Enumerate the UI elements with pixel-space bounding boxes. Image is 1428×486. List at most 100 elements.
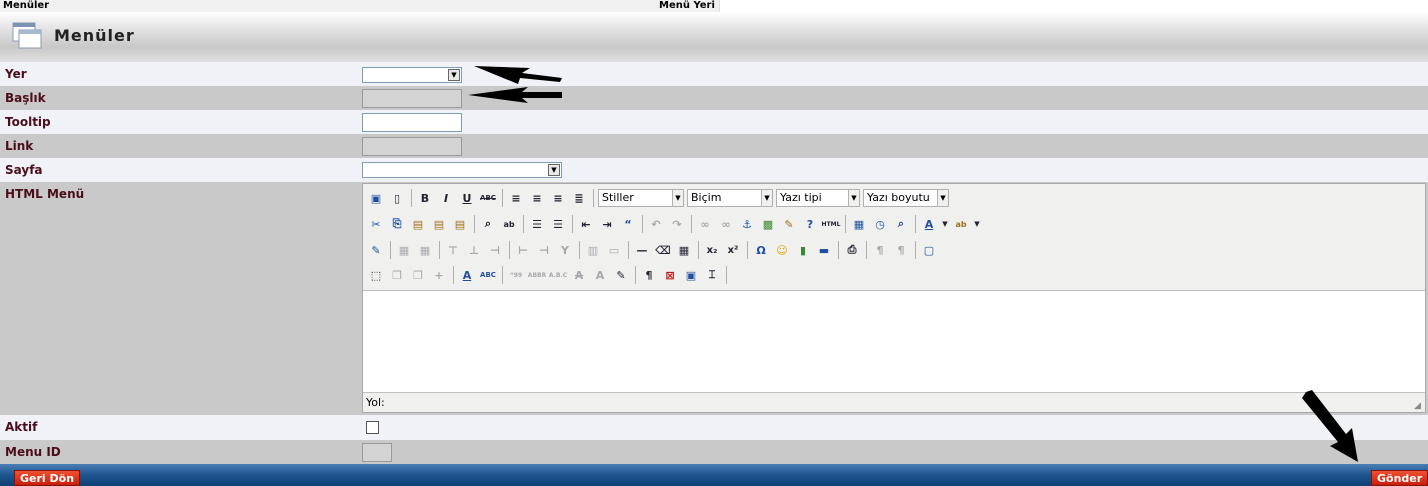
link-icon[interactable]: ∞ [696, 215, 714, 233]
breadcrumb-bar: Menüler Menü Yeri [0, 0, 1428, 12]
edit-css-icon[interactable]: ✎ [367, 241, 385, 259]
baslik-label: Başlık [5, 91, 46, 105]
align-justify-icon[interactable]: ≣ [570, 189, 588, 207]
image-icon[interactable]: ▩ [759, 215, 777, 233]
cut-icon[interactable]: ✂ [367, 215, 385, 233]
del-icon[interactable]: A [570, 266, 588, 284]
col-before-icon[interactable]: ⊢ [514, 241, 532, 259]
paste-text-icon[interactable]: ▤ [430, 215, 448, 233]
table-props-icon[interactable]: ▦ [395, 241, 413, 259]
spellcheck-icon[interactable]: ABC [479, 266, 497, 284]
unlink-icon[interactable]: ∞ [717, 215, 735, 233]
media-icon[interactable]: ▮ [794, 241, 812, 259]
font-size-select[interactable]: Yazı boyutu ▼ [863, 189, 949, 207]
superscript-icon[interactable]: x² [724, 241, 742, 259]
emotion-icon[interactable]: ☺ [773, 241, 791, 259]
visual-chars-icon[interactable]: ¶ [640, 266, 658, 284]
ins-icon[interactable]: A [591, 266, 609, 284]
copy-icon[interactable]: ⎘ [388, 215, 406, 233]
page-break-icon[interactable]: ⌶ [703, 266, 721, 284]
italic-icon[interactable]: I [437, 189, 455, 207]
paste-icon[interactable]: ▤ [409, 215, 427, 233]
highlight-color-icon[interactable]: ab [952, 215, 970, 233]
insert-layer-icon[interactable]: ⬚ [367, 266, 385, 284]
absolute-icon[interactable]: + [430, 266, 448, 284]
styles-select[interactable]: Stiller ▼ [598, 189, 684, 207]
yer-label: Yer [5, 67, 27, 81]
undo-icon[interactable]: ↶ [647, 215, 665, 233]
remove-format-icon[interactable]: ⌫ [654, 241, 672, 259]
delete-row-icon[interactable]: ⊣ [486, 241, 504, 259]
link-input[interactable] [362, 137, 462, 156]
special-char-icon[interactable]: Ω [752, 241, 770, 259]
fullscreen-icon[interactable]: ▢ [920, 241, 938, 259]
save-icon[interactable]: ▣ [367, 189, 385, 207]
find-icon[interactable]: ⌕ [479, 215, 497, 233]
outdent-icon[interactable]: ⇤ [577, 215, 595, 233]
font-family-select[interactable]: Yazı tipi ▼ [776, 189, 860, 207]
html-source-icon[interactable]: HTML [822, 215, 841, 233]
submit-button[interactable]: Gönder [1371, 470, 1428, 486]
row-before-icon[interactable]: ⊤ [444, 241, 462, 259]
styleprops-icon[interactable]: A [458, 266, 476, 284]
insert-date-icon[interactable]: ▦ [850, 215, 868, 233]
row-yer: Yer ▼ [0, 62, 1428, 86]
help-icon[interactable]: ? [801, 215, 819, 233]
underline-icon[interactable]: U [458, 189, 476, 207]
cite-icon[interactable]: “99 [507, 266, 525, 284]
paste-word-icon[interactable]: ▤ [451, 215, 469, 233]
acronym-icon[interactable]: A.B.C [549, 266, 567, 284]
print-icon[interactable]: ⎙ [843, 241, 861, 259]
anchor-icon[interactable]: ⚓ [738, 215, 756, 233]
nonbreaking-icon[interactable]: ⊠ [661, 266, 679, 284]
subscript-icon[interactable]: x₂ [703, 241, 721, 259]
advanced-hr-icon[interactable]: ▬ [815, 241, 833, 259]
resize-handle-icon[interactable]: ◢ [1414, 401, 1424, 411]
template-icon[interactable]: ▣ [682, 266, 700, 284]
sayfa-select[interactable]: ▼ [362, 162, 562, 178]
col-after-icon[interactable]: ⊣ [535, 241, 553, 259]
page-header: Menüler [0, 12, 1428, 62]
redo-icon[interactable]: ↷ [668, 215, 686, 233]
editor-content-area[interactable] [363, 291, 1425, 392]
baslik-input[interactable] [362, 89, 462, 108]
indent-icon[interactable]: ⇥ [598, 215, 616, 233]
strikethrough-icon[interactable]: ABC [479, 189, 497, 207]
merge-cells-icon[interactable]: ▭ [605, 241, 623, 259]
move-forward-icon[interactable]: ❐ [388, 266, 406, 284]
text-color-icon[interactable]: A [920, 215, 938, 233]
align-left-icon[interactable]: ≡ [507, 189, 525, 207]
format-select[interactable]: Biçim ▼ [687, 189, 773, 207]
replace-icon[interactable]: ab [500, 215, 518, 233]
delete-col-icon[interactable]: Y [556, 241, 574, 259]
insert-time-icon[interactable]: ◷ [871, 215, 889, 233]
bullet-list-icon[interactable]: ☰ [528, 215, 546, 233]
new-document-icon[interactable]: ▯ [388, 189, 406, 207]
numbered-list-icon[interactable]: ☰ [549, 215, 567, 233]
abbr-icon[interactable]: ABBR [528, 266, 546, 284]
horizontal-rule-icon[interactable]: — [633, 241, 651, 259]
cell-props-icon[interactable]: ▦ [416, 241, 434, 259]
align-center-icon[interactable]: ≡ [528, 189, 546, 207]
blockquote-icon[interactable]: “ [619, 215, 637, 233]
column-header-menuler: Menüler [0, 0, 657, 12]
table-icon[interactable]: ▦ [675, 241, 693, 259]
chevron-down-icon[interactable]: ▼ [941, 215, 949, 233]
bold-icon[interactable]: B [416, 189, 434, 207]
rtl-icon[interactable]: ¶ [892, 241, 910, 259]
tooltip-input[interactable] [362, 113, 462, 132]
chevron-down-icon[interactable]: ▼ [973, 215, 981, 233]
row-after-icon[interactable]: ⊥ [465, 241, 483, 259]
align-right-icon[interactable]: ≡ [549, 189, 567, 207]
aktif-checkbox[interactable] [366, 421, 379, 434]
back-button[interactable]: Geri Dön [14, 470, 81, 486]
split-cells-icon[interactable]: ▥ [584, 241, 602, 259]
annotation-arrow-icon [468, 87, 562, 103]
attribs-icon[interactable]: ✎ [612, 266, 630, 284]
menu-id-input[interactable] [362, 443, 392, 462]
move-backward-icon[interactable]: ❐ [409, 266, 427, 284]
cleanup-icon[interactable]: ✎ [780, 215, 798, 233]
yer-select[interactable]: ▼ [362, 67, 462, 83]
preview-icon[interactable]: ⌕ [892, 215, 910, 233]
ltr-icon[interactable]: ¶ [871, 241, 889, 259]
